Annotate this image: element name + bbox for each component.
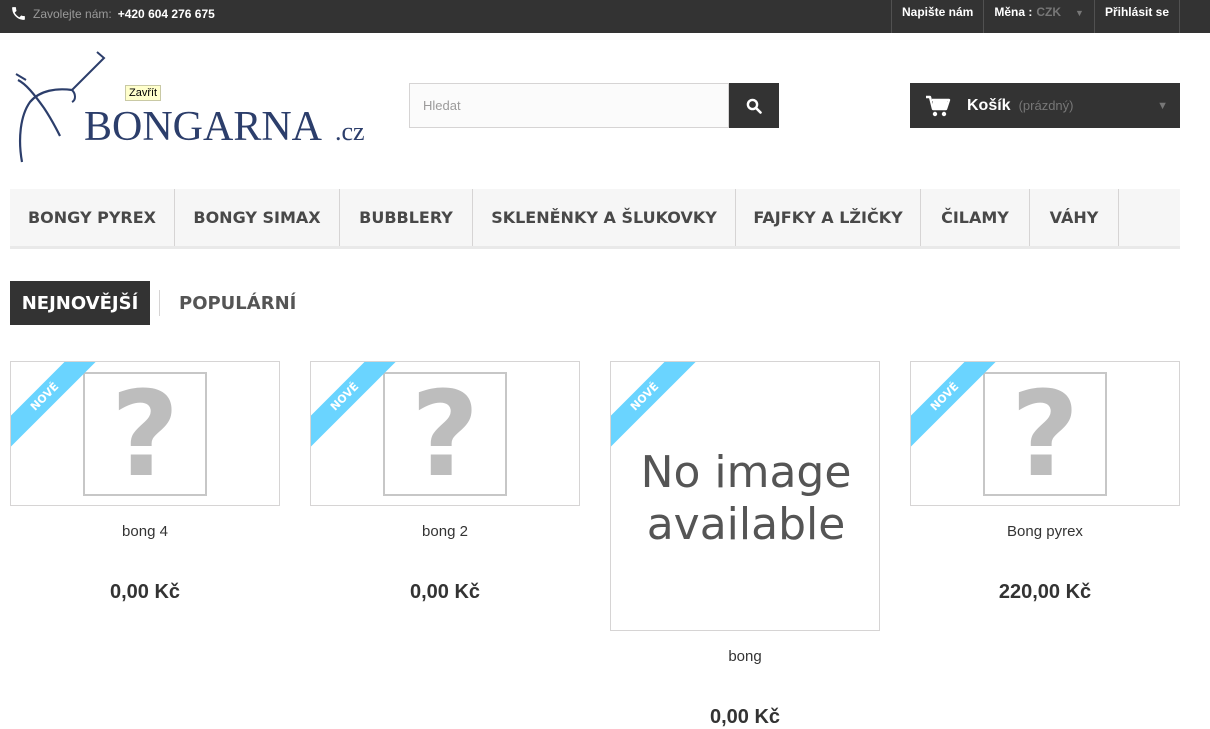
question-mark-icon: ? bbox=[83, 372, 207, 496]
contact-label: Napište nám bbox=[902, 5, 974, 19]
cart-icon bbox=[926, 95, 951, 116]
login-label: Přihlásit se bbox=[1104, 5, 1169, 19]
tooltip: Zavřít bbox=[125, 85, 162, 101]
main-menu: BONGY PYREX BONGY SIMAX BUBBLERY SKLENĚN… bbox=[10, 189, 1180, 249]
product-card[interactable]: No image available NOVÉ bong 0,00 Kč bbox=[610, 361, 880, 729]
phone-icon bbox=[12, 7, 25, 20]
top-bar-links: Napište nám Měna : CZK ▼ Přihlásit se bbox=[891, 0, 1180, 33]
search-input[interactable] bbox=[409, 83, 729, 128]
search-icon bbox=[746, 98, 762, 114]
tab-popular[interactable]: POPULÁRNÍ bbox=[179, 293, 296, 314]
phone-number[interactable]: +420 604 276 675 bbox=[118, 7, 215, 21]
cart-status: (prázdný) bbox=[1018, 98, 1074, 113]
product-name[interactable]: bong bbox=[610, 648, 880, 665]
chevron-down-icon: ▼ bbox=[1075, 8, 1084, 18]
product-image[interactable]: No image available NOVÉ bbox=[610, 361, 880, 631]
currency-label: Měna : bbox=[994, 5, 1033, 19]
login-link[interactable]: Přihlásit se bbox=[1093, 0, 1180, 33]
new-badge: NOVÉ bbox=[611, 362, 697, 448]
product-image[interactable]: ? NOVÉ bbox=[910, 361, 1180, 506]
product-image[interactable]: ? NOVÉ bbox=[310, 361, 580, 506]
no-image-text: No image available bbox=[640, 447, 852, 550]
new-badge: NOVÉ bbox=[911, 362, 997, 448]
contact-link[interactable]: Napište nám bbox=[891, 0, 983, 33]
product-price: 220,00 Kč bbox=[998, 581, 1092, 603]
menu-item-bubblery[interactable]: BUBBLERY bbox=[340, 189, 473, 246]
phone-info: Zavolejte nám: +420 604 276 675 bbox=[10, 0, 215, 27]
logo-text: BONGARNA bbox=[84, 104, 323, 150]
site-logo[interactable]: BONGARNA .cz bbox=[12, 50, 382, 165]
search-bar bbox=[409, 83, 779, 128]
menu-item-bongy-simax[interactable]: BONGY SIMAX bbox=[175, 189, 340, 246]
product-name[interactable]: bong 4 bbox=[10, 523, 280, 540]
tab-newest[interactable]: NEJNOVĚJŠÍ bbox=[10, 281, 150, 325]
product-card[interactable]: ? NOVÉ Bong pyrex 220,00 Kč bbox=[910, 361, 1180, 604]
product-card[interactable]: ? NOVÉ bong 2 0,00 Kč bbox=[310, 361, 580, 604]
product-name[interactable]: Bong pyrex bbox=[910, 523, 1180, 540]
menu-item-bongy-pyrex[interactable]: BONGY PYREX bbox=[10, 189, 175, 246]
cart-block[interactable]: Košík (prázdný) ▼ bbox=[910, 83, 1180, 128]
menu-item-fajfky[interactable]: FAJFKY A LŽIČKY bbox=[736, 189, 921, 246]
product-price: 0,00 Kč bbox=[709, 706, 781, 728]
currency-value: CZK bbox=[1036, 5, 1062, 19]
question-mark-icon: ? bbox=[983, 372, 1107, 496]
new-badge: NOVÉ bbox=[311, 362, 397, 448]
menu-item-cilamy[interactable]: ČILAMY bbox=[921, 189, 1030, 246]
question-mark-icon: ? bbox=[383, 372, 507, 496]
product-tabs: NEJNOVĚJŠÍ POPULÁRNÍ bbox=[10, 281, 296, 325]
menu-item-sklenenky[interactable]: SKLENĚNKY A ŠLUKOVKY bbox=[473, 189, 736, 246]
product-card[interactable]: ? NOVÉ bong 4 0,00 Kč bbox=[10, 361, 280, 604]
tab-divider bbox=[159, 290, 160, 316]
cart-title: Košík bbox=[967, 96, 1011, 114]
logo-suffix: .cz bbox=[335, 117, 365, 146]
top-bar: Zavolejte nám: +420 604 276 675 Napište … bbox=[0, 0, 1210, 33]
logo-graphic: BONGARNA .cz bbox=[15, 51, 365, 163]
currency-selector[interactable]: Měna : CZK ▼ bbox=[983, 0, 1094, 33]
product-price: 0,00 Kč bbox=[109, 581, 181, 603]
product-image[interactable]: ? NOVÉ bbox=[10, 361, 280, 506]
chevron-down-icon: ▼ bbox=[1157, 100, 1168, 112]
menu-item-vahy[interactable]: VÁHY bbox=[1030, 189, 1119, 246]
search-button[interactable] bbox=[729, 83, 779, 128]
product-price: 0,00 Kč bbox=[409, 581, 481, 603]
new-badge: NOVÉ bbox=[11, 362, 97, 448]
product-name[interactable]: bong 2 bbox=[310, 523, 580, 540]
call-label: Zavolejte nám: bbox=[33, 6, 112, 21]
